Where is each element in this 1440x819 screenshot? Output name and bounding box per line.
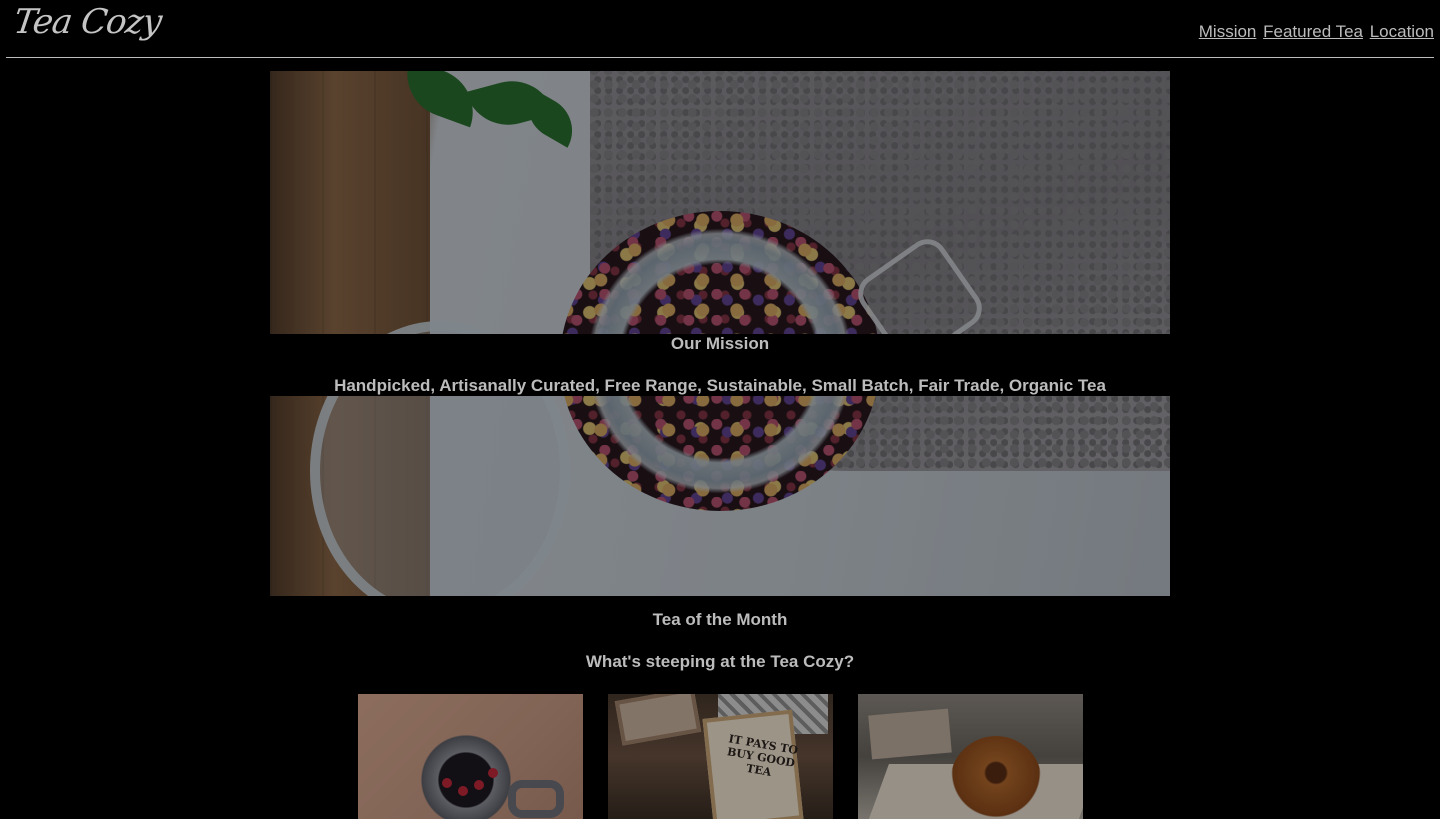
- nav-link-location[interactable]: Location: [1370, 22, 1434, 41]
- tea-thumbnail-box: IT PAYS TO BUY GOOD TEA: [608, 694, 833, 819]
- nav-link-mission[interactable]: Mission: [1199, 22, 1257, 41]
- tea-of-month-heading: Tea of the Month: [652, 610, 788, 629]
- nav-link-featured-tea[interactable]: Featured Tea: [1263, 22, 1363, 41]
- tea-thumbnail-mug: [358, 694, 583, 819]
- tea-thumbnail-pastry: [858, 694, 1083, 819]
- header-divider: [6, 57, 1434, 58]
- tea-of-month-subheading: What's steeping at the Tea Cozy?: [585, 652, 855, 671]
- site-header: Tea Cozy Mission Featured Tea Location: [0, 0, 1440, 58]
- site-logo[interactable]: Tea Cozy: [11, 2, 163, 42]
- image-overlay: [608, 694, 833, 819]
- image-overlay: [358, 694, 583, 819]
- mission-heading: Our Mission: [670, 334, 770, 353]
- image-overlay: [858, 694, 1083, 819]
- mission-statement: Handpicked, Artisanally Curated, Free Ra…: [334, 376, 1106, 395]
- main-nav: Mission Featured Tea Location: [1197, 22, 1434, 42]
